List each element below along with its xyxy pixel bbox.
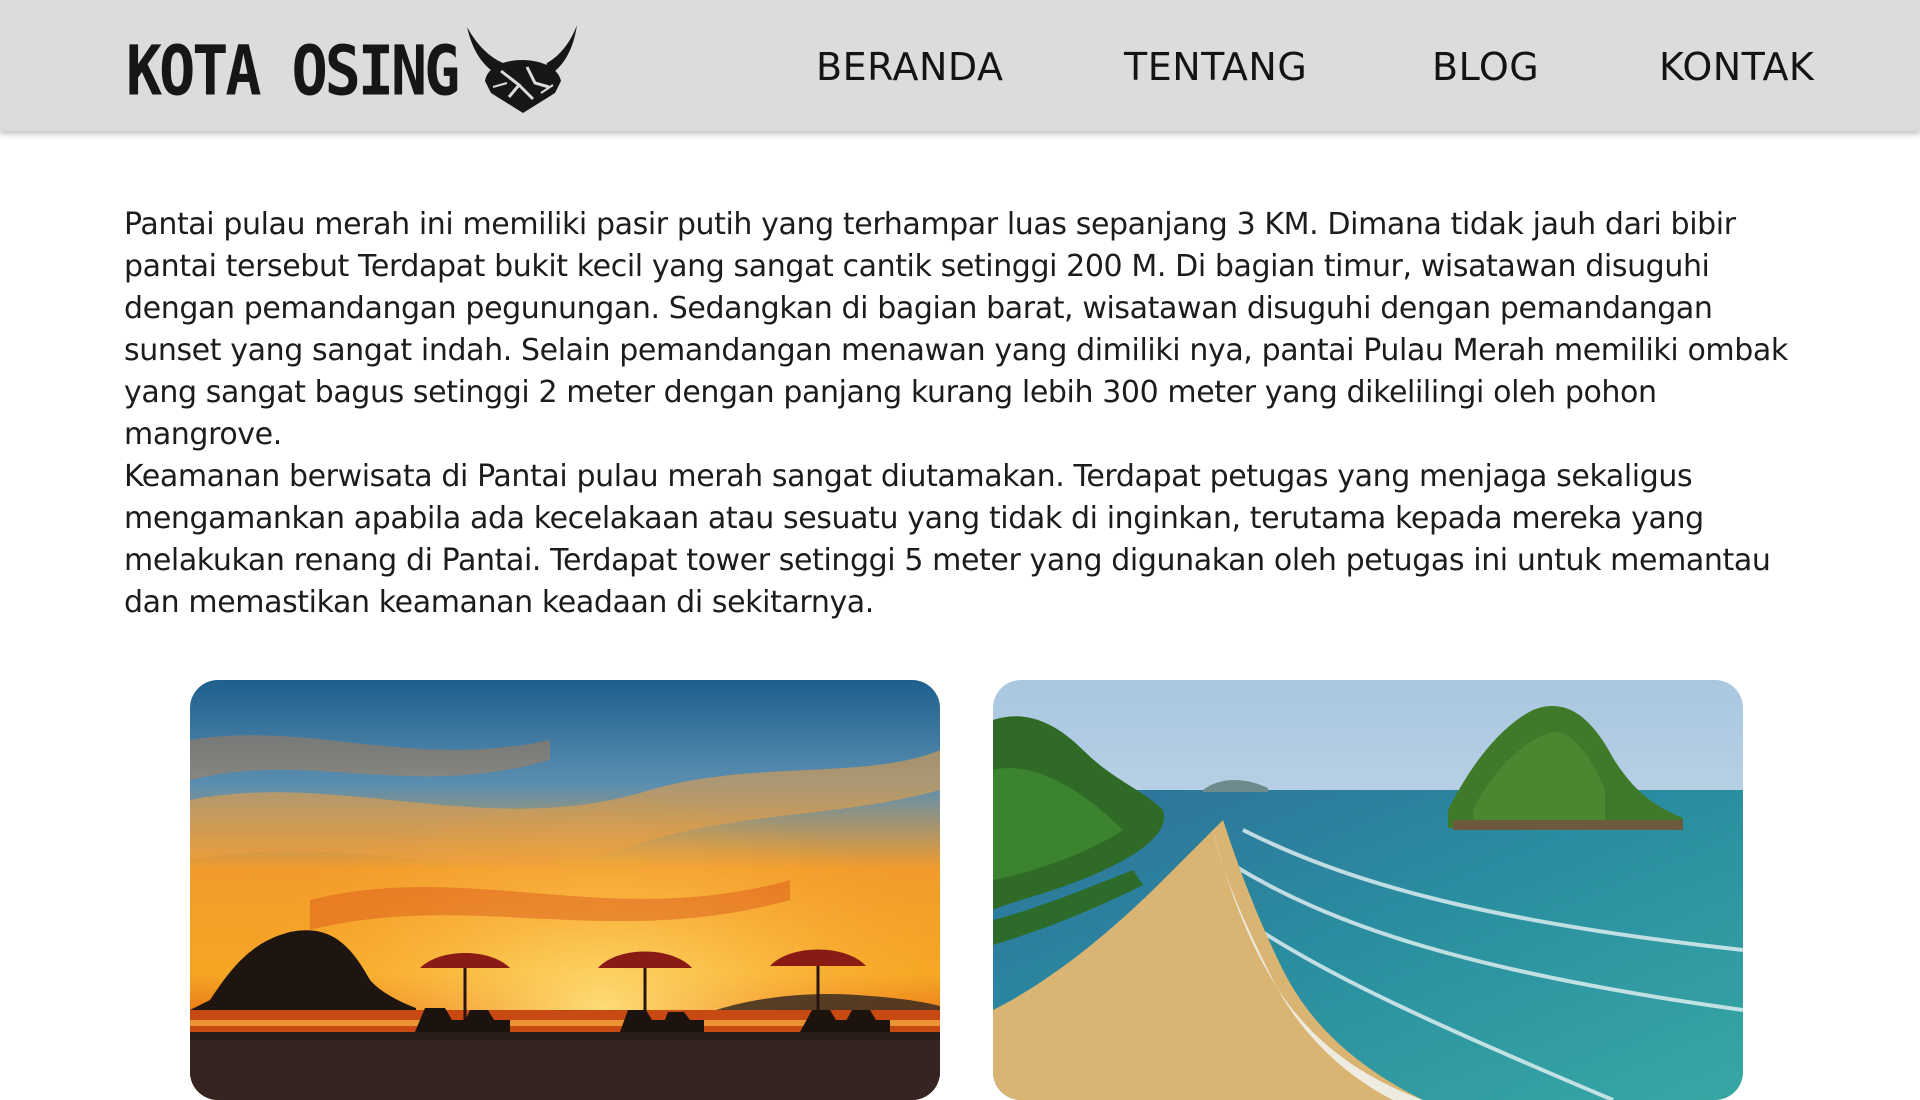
sunset-beach-umbrellas-photo — [190, 680, 940, 1100]
nav-blog[interactable]: BLOG — [1432, 40, 1539, 94]
navbar: KOTA OSING BERANDA TENTANG BLOG KONTAK — [0, 0, 1920, 131]
nav-kontak[interactable]: KONTAK — [1659, 40, 1814, 94]
aerial-beach-island-photo — [993, 680, 1743, 1100]
article-paragraph: Pantai pulau merah ini memiliki pasir pu… — [124, 207, 1788, 452]
nav-tentang[interactable]: TENTANG — [1124, 40, 1307, 94]
nav-beranda[interactable]: BERANDA — [816, 40, 1003, 94]
article-paragraph: Keamanan berwisata di Pantai pulau merah… — [124, 459, 1771, 620]
article-content: Pantai pulau merah ini memiliki pasir pu… — [124, 204, 1814, 624]
photo-gallery — [190, 680, 1744, 1100]
main-nav: BERANDA TENTANG BLOG KONTAK — [0, 40, 1920, 94]
